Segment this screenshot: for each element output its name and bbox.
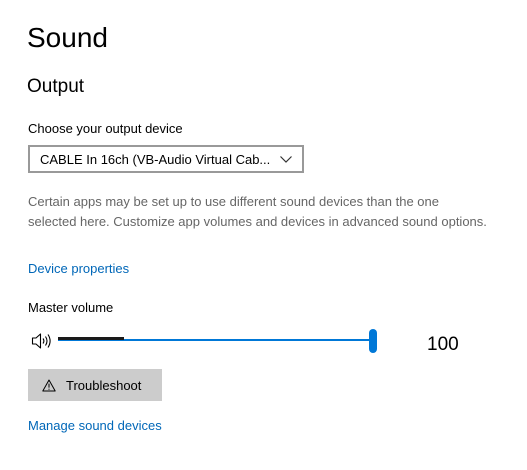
- page-title: Sound: [27, 22, 108, 53]
- volume-value: 100: [427, 334, 459, 355]
- master-volume-slider[interactable]: [58, 328, 380, 354]
- master-volume-label: Master volume: [28, 300, 114, 315]
- output-device-label: Choose your output device: [28, 121, 183, 136]
- warning-icon: [42, 379, 56, 392]
- manage-sound-devices-link[interactable]: Manage sound devices: [28, 417, 162, 435]
- audio-peak-meter: [58, 337, 124, 340]
- device-properties-link[interactable]: Device properties: [28, 260, 129, 278]
- troubleshoot-button[interactable]: Troubleshoot: [28, 369, 162, 401]
- output-device-value: CABLE In 16ch (VB-Audio Virtual Cab...: [40, 151, 271, 167]
- output-device-dropdown[interactable]: CABLE In 16ch (VB-Audio Virtual Cab...: [28, 145, 304, 173]
- output-section-title: Output: [27, 76, 85, 97]
- slider-thumb[interactable]: [369, 329, 377, 353]
- troubleshoot-label: Troubleshoot: [66, 377, 142, 393]
- speaker-icon[interactable]: [31, 331, 53, 351]
- chevron-down-icon: [279, 154, 293, 164]
- output-description: Certain apps may be set up to use differ…: [28, 194, 487, 229]
